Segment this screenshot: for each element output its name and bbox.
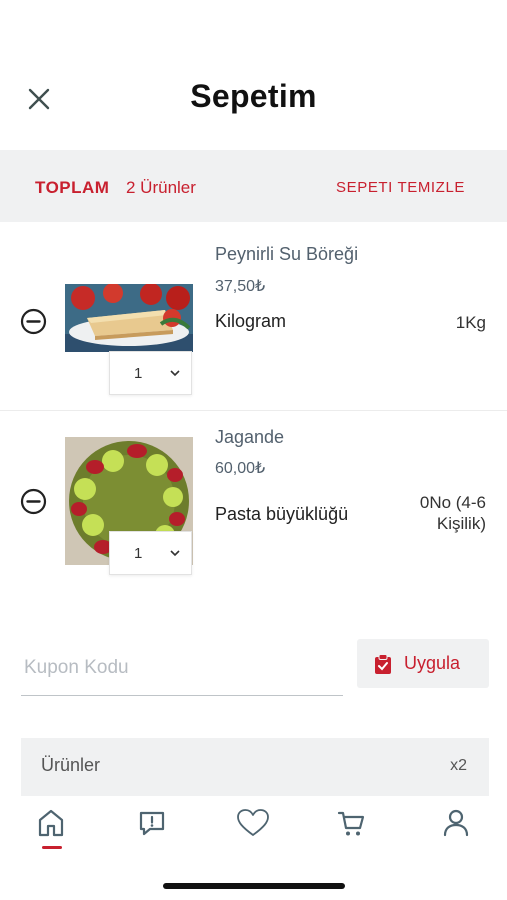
quantity-value: 1 — [134, 364, 143, 382]
remove-item-icon[interactable] — [20, 308, 47, 335]
option-label: Pasta büyüklüğü — [215, 504, 349, 524]
heart-icon[interactable] — [233, 808, 273, 844]
quantity-value: 1 — [134, 544, 143, 562]
product-price: 60,00₺ — [215, 460, 266, 477]
option-value: 0No (4-6 Kişilik) — [419, 493, 486, 533]
cart-item: 1 Peynirli Su Böreği 37,50₺ Kilogram 1Kg — [0, 224, 507, 408]
cart-item: 1 Jagande 60,00₺ Pasta büyüklüğü 0No (4-… — [0, 410, 507, 590]
cart-summary-bar: TOPLAM 2 Ürünler SEPETI TEMIZLE — [0, 150, 507, 222]
header: Sepetim — [0, 60, 507, 140]
cart-icon[interactable] — [331, 808, 371, 844]
message-icon[interactable] — [132, 808, 172, 844]
product-name[interactable]: Peynirli Su Böreği — [215, 244, 358, 265]
apply-coupon-label: Uygula — [404, 653, 461, 673]
chevron-down-icon — [170, 550, 180, 557]
quantity-select[interactable]: 1 — [109, 531, 192, 575]
product-name[interactable]: Jagande — [215, 427, 284, 448]
option-value: 1Kg — [455, 313, 486, 332]
order-totals: Ürünler x2 — [21, 738, 489, 798]
page-title: Sepetim — [190, 78, 317, 114]
home-icon[interactable] — [31, 808, 71, 844]
clipboard-check-icon — [375, 654, 391, 674]
apply-coupon-button[interactable]: Uygula — [357, 639, 489, 688]
user-icon[interactable] — [436, 808, 476, 844]
clear-cart-button[interactable]: SEPETI TEMIZLE — [336, 179, 465, 196]
option-label: Kilogram — [215, 311, 287, 331]
item-count: 2 Ürünler — [126, 178, 196, 197]
coupon-code-input[interactable] — [21, 640, 343, 696]
total-label: TOPLAM — [35, 178, 110, 197]
active-tab-indicator — [42, 846, 62, 849]
chevron-down-icon — [170, 370, 180, 377]
product-image — [65, 284, 193, 352]
product-price: 37,50₺ — [215, 278, 266, 295]
remove-item-icon[interactable] — [20, 488, 47, 515]
products-label: Ürünler — [41, 755, 101, 775]
products-count: x2 — [450, 757, 467, 774]
quantity-select[interactable]: 1 — [109, 351, 192, 395]
home-indicator — [163, 883, 345, 889]
